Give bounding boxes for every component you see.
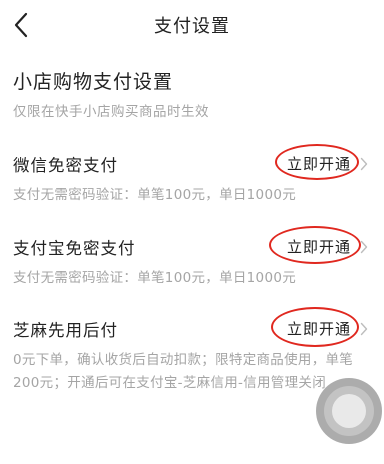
option-description: 支付无需密码验证：单笔100元，单日1000元 [13,187,297,203]
chevron-right-icon [360,322,368,335]
page-title: 支付设置 [154,16,230,37]
activate-alipay-button[interactable]: 立即开通 [268,226,368,264]
activate-wechat-button[interactable]: 立即开通 [274,144,368,180]
assistive-touch-button[interactable] [316,378,382,444]
option-name: 支付宝免密支付 [13,239,136,258]
section-title: 小店购物支付设置 [13,71,174,93]
option-description: 0元下单，确认收货后自动扣款；限特定商品使用，单笔200元；开通后可在支付宝-芝… [13,352,354,391]
activate-label: 立即开通 [286,320,351,338]
option-description: 支付无需密码验证：单笔100元，单日1000元 [13,270,297,286]
chevron-right-icon [360,240,368,253]
nav-header: 支付设置 [0,0,384,52]
activate-label: 立即开通 [286,155,351,173]
option-name: 微信免密支付 [13,156,118,175]
section-subtitle: 仅限在快手小店购买商品时生效 [13,104,209,120]
option-name: 芝麻先用后付 [13,321,118,340]
payment-settings-page: 支付设置 小店购物支付设置 仅限在快手小店购买商品时生效 微信免密支付 立即开通… [0,0,384,464]
activate-label: 立即开通 [286,238,351,256]
activate-zhima-button[interactable]: 立即开通 [270,307,368,347]
chevron-right-icon [360,157,368,170]
